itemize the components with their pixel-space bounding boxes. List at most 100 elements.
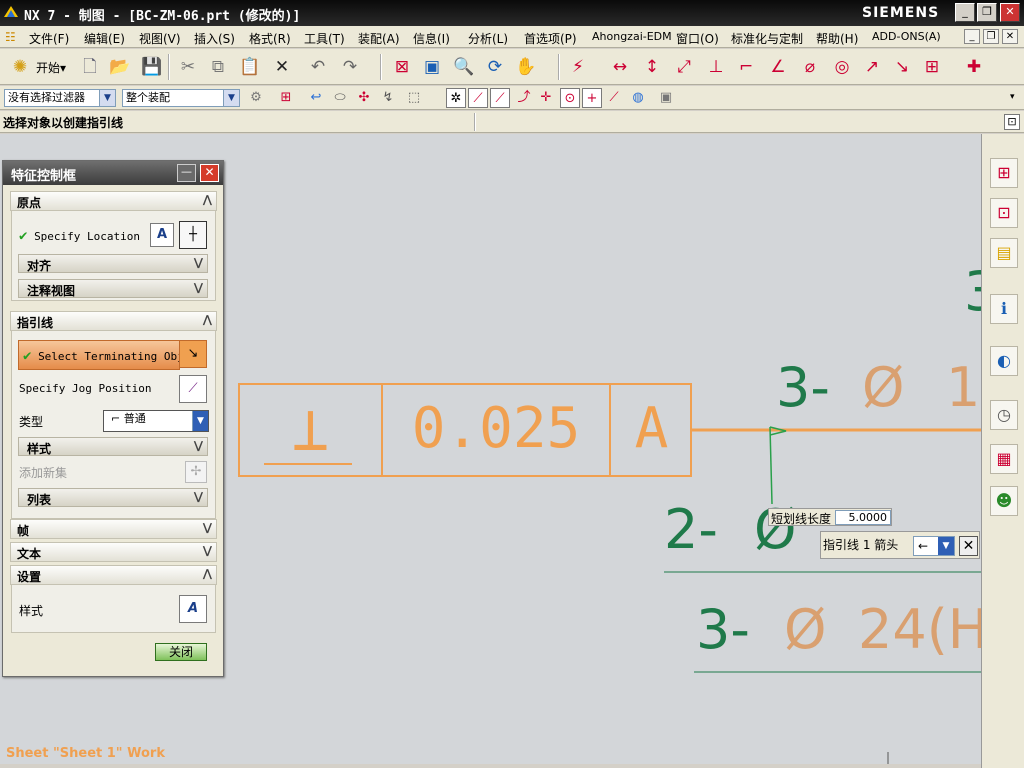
dim-text-2x[interactable]: 2- [664, 498, 718, 561]
ordinate-dim-icon[interactable]: ⊞ [920, 55, 944, 79]
close-icon[interactable]: ✕ [959, 536, 978, 556]
mdi-minimize-button[interactable]: _ [964, 29, 980, 44]
dim-diameter-symbol[interactable]: Ø [862, 356, 905, 419]
leader-type-select[interactable]: ⌐ 普通 ▼ [103, 410, 209, 432]
radius-to-center-icon[interactable]: ↘ [890, 55, 914, 79]
type-filter-select[interactable]: 没有选择过滤器 ▼ [4, 89, 116, 107]
snap-midpoint-icon[interactable]: ⟋ [490, 88, 510, 108]
subsection-annotation-view[interactable]: 注释视图 ⋁ [18, 279, 208, 298]
menu-analysis[interactable]: 分析(L) [468, 30, 508, 47]
fit-view-icon[interactable]: ⊠ [390, 55, 414, 79]
zoom-icon[interactable]: 🔍 [452, 55, 476, 79]
snap-face-icon[interactable]: ◍ [628, 88, 648, 108]
menu-tools[interactable]: 工具(T) [304, 30, 345, 47]
menu-edit[interactable]: 编辑(E) [84, 30, 125, 47]
menu-view[interactable]: 视图(V) [139, 30, 181, 47]
origin-tool-icon[interactable]: A [150, 223, 174, 247]
feature-control-frame[interactable]: ⊥ 0.025 A [238, 383, 692, 477]
text-style-icon[interactable]: A [179, 595, 207, 623]
menu-insert[interactable]: 插入(S) [194, 30, 235, 47]
restore-button[interactable]: ❐ [977, 3, 997, 22]
web-browser-icon[interactable]: ◐ [990, 346, 1018, 376]
menu-format[interactable]: 格式(R) [249, 30, 291, 47]
select-all-icon[interactable]: ⊞ [276, 88, 296, 108]
toolbar-overflow-icon[interactable]: ▾ [1010, 92, 1015, 102]
select-terminating-object-row[interactable]: ✔ Select Terminating Obje [18, 340, 180, 370]
redo-icon[interactable]: ↷ [338, 55, 362, 79]
section-text[interactable]: 文本 ⋁ [10, 542, 217, 562]
menu-window[interactable]: 窗口(O) [676, 30, 719, 47]
selection-scope-select[interactable]: 整个装配 ▼ [122, 89, 240, 107]
select-body-icon[interactable]: ⬭ [330, 88, 350, 108]
horizontal-dim-icon[interactable]: ↔ [608, 55, 632, 79]
section-frame[interactable]: 帧 ⋁ [10, 519, 217, 539]
menu-info[interactable]: 信息(I) [413, 30, 450, 47]
section-settings[interactable]: 设置 ⋀ [10, 565, 217, 585]
menu-assembly[interactable]: 装配(A) [358, 30, 400, 47]
jog-length-input[interactable]: 5.0000 [835, 510, 891, 525]
select-feature-icon[interactable]: ✣ [354, 88, 374, 108]
dialog-collapse-button[interactable]: — [177, 164, 196, 182]
delete-icon[interactable]: ✕ [270, 55, 294, 79]
dim-text-top[interactable]: 3 [964, 260, 981, 323]
point-icon[interactable]: ✚ [962, 55, 986, 79]
minimize-button[interactable]: _ [955, 3, 975, 22]
history-icon[interactable]: ◷ [990, 400, 1018, 430]
dim-text-24h[interactable]: 24(H [858, 598, 981, 661]
selection-settings-icon[interactable]: ⚙ [246, 88, 266, 108]
save-icon[interactable]: 💾 [140, 55, 164, 79]
radius-dim-icon[interactable]: ↗ [860, 55, 884, 79]
menu-standardize[interactable]: 标准化与定制 [731, 30, 803, 47]
perpendicular-dim-icon[interactable]: ⊥ [704, 55, 728, 79]
specify-location-icon[interactable]: ┼ [179, 221, 207, 249]
cut-icon[interactable]: ✂ [176, 55, 200, 79]
palette-icon[interactable]: ▦ [990, 444, 1018, 474]
dim-text-3x[interactable]: 3- [776, 356, 830, 419]
mdi-close-button[interactable]: ✕ [1002, 29, 1018, 44]
rotate-icon[interactable]: ⟳ [483, 55, 507, 79]
snap-quadrant-icon[interactable]: + [582, 88, 602, 108]
new-file-icon[interactable]: 🗋 [78, 55, 102, 79]
snap-existing-point-icon[interactable]: ✲ [446, 88, 466, 108]
rectangle-select-icon[interactable]: ⬚ [404, 88, 424, 108]
menu-ahongzai-edm[interactable]: Ahongzai-EDM [592, 30, 672, 43]
jog-position-icon[interactable]: ⟋ [179, 375, 207, 403]
snap-endpoint-icon[interactable]: ⟋ [468, 88, 488, 108]
subsection-leader-style[interactable]: 样式 ⋁ [18, 437, 208, 456]
chamfer-dim-icon[interactable]: ⌐ [734, 55, 758, 79]
zoom-window-icon[interactable]: ▣ [420, 55, 444, 79]
dim-text-3x-lower[interactable]: 3- [696, 598, 750, 661]
roles-icon[interactable]: ☻ [990, 486, 1018, 516]
deselect-icon[interactable]: ↩ [306, 88, 326, 108]
subsection-align[interactable]: 对齐 ⋁ [18, 254, 208, 273]
angular-dim-icon[interactable]: ∠ [766, 55, 790, 79]
dialog-close-button[interactable]: ✕ [200, 164, 219, 182]
snap-bounded-grid-icon[interactable]: ▣ [656, 88, 676, 108]
undo-icon[interactable]: ↶ [306, 55, 330, 79]
info-icon[interactable]: ℹ [990, 294, 1018, 324]
terminating-object-icon[interactable]: ↘ [179, 340, 207, 368]
assembly-navigator-icon[interactable]: ⊞ [990, 158, 1018, 188]
copy-icon[interactable]: ⧉ [206, 55, 230, 79]
snap-intersection-icon[interactable]: ✛ [536, 88, 556, 108]
close-button[interactable]: 关闭 [155, 643, 207, 661]
menu-addons[interactable]: ADD-ONS(A) [872, 30, 941, 43]
retain-annotations-icon[interactable]: ⚡ [566, 55, 590, 79]
section-leader[interactable]: 指引线 ⋀ [10, 311, 217, 331]
add-new-set-icon[interactable]: ✢ [185, 461, 207, 483]
start-icon[interactable]: ✺ [8, 55, 32, 79]
snap-on-curve-icon[interactable]: ⟋ [604, 88, 624, 108]
status-toggle-icon[interactable]: ⊡ [1004, 114, 1020, 130]
pan-icon[interactable]: ✋ [514, 55, 538, 79]
start-button[interactable]: 开始▾ [36, 59, 66, 76]
snap-control-point-icon[interactable]: ⤴ [514, 88, 534, 108]
menu-preferences[interactable]: 首选项(P) [524, 30, 577, 47]
dim-text-1x[interactable]: 1( [946, 356, 981, 419]
menu-help[interactable]: 帮助(H) [816, 30, 858, 47]
snap-arc-center-icon[interactable]: ⊙ [560, 88, 580, 108]
vertical-dim-icon[interactable]: ↕ [640, 55, 664, 79]
hole-dim-icon[interactable]: ◎ [830, 55, 854, 79]
parallel-dim-icon[interactable]: ⤢ [672, 55, 696, 79]
open-folder-icon[interactable]: 📂 [108, 55, 132, 79]
menu-file[interactable]: 文件(F) [29, 30, 69, 47]
